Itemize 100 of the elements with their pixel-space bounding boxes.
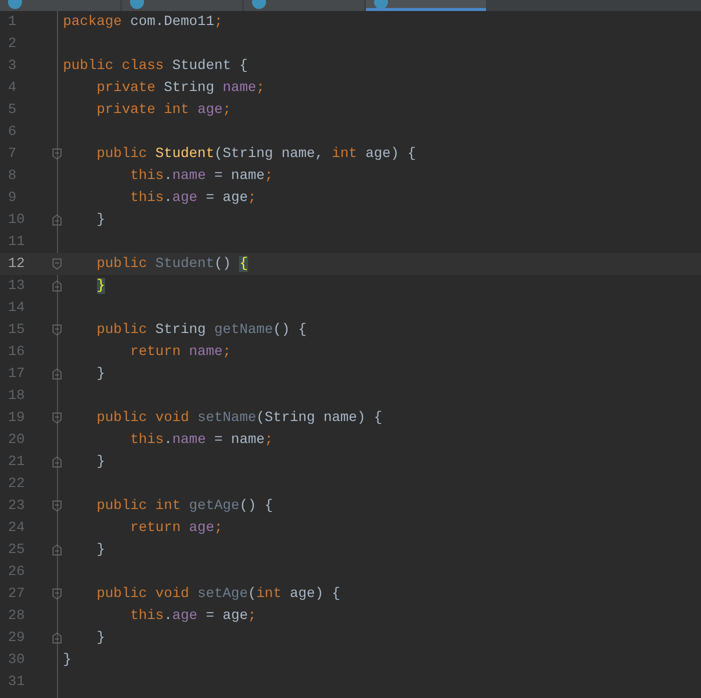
fold-icon[interactable] [52, 544, 62, 556]
code-token: this [130, 432, 164, 448]
code-token: setAge [197, 586, 248, 602]
code-token: Student { [172, 58, 248, 74]
code-token: private [96, 80, 156, 96]
code-token: String [164, 80, 216, 96]
code-token: . [164, 168, 172, 184]
line-number: 4 [7, 78, 18, 98]
code-token: public [96, 256, 148, 272]
code-token: = age [206, 608, 248, 624]
line-number: 22 [7, 474, 26, 494]
code-token: . [164, 190, 172, 206]
code-token: } [96, 542, 106, 558]
line-number: 12 [7, 254, 26, 274]
code-token: } [96, 366, 106, 382]
fold-icon[interactable] [52, 456, 62, 468]
code-token: this [130, 190, 164, 206]
code-token: } [96, 454, 106, 470]
line-number: 17 [7, 364, 26, 384]
code-token: public void [96, 586, 190, 602]
code-token: . [164, 432, 172, 448]
code-token: } [96, 212, 106, 228]
fold-icon[interactable] [52, 632, 62, 644]
code-token: public void [96, 410, 190, 426]
code-token: return [130, 344, 182, 360]
fold-icon[interactable] [52, 258, 62, 270]
editor-tab[interactable] [0, 0, 120, 11]
line-number: 13 [7, 276, 26, 296]
line-number: 15 [7, 320, 26, 340]
code-token: ( [248, 586, 256, 602]
fold-icon[interactable] [52, 368, 62, 380]
line-number: 27 [7, 584, 26, 604]
code-token: name [189, 344, 223, 360]
code-token: ; [264, 168, 274, 184]
code-token: (String name) { [256, 410, 382, 426]
code-token: this [130, 168, 164, 184]
code-token: ; [248, 190, 256, 206]
code-token: ; [248, 608, 256, 624]
code-token: ; [222, 102, 232, 118]
fold-icon[interactable] [52, 148, 62, 160]
code-token: (String name, [214, 146, 324, 162]
code-token: ; [256, 80, 265, 96]
line-number: 21 [7, 452, 26, 472]
code-token: age [197, 102, 223, 118]
code-token: return [130, 520, 182, 536]
editor-tab[interactable] [122, 0, 242, 11]
code-token: ; [214, 14, 223, 30]
line-number: 31 [7, 672, 26, 692]
line-number: 14 [7, 298, 26, 318]
code-token: age [189, 520, 214, 536]
fold-icon[interactable] [52, 412, 62, 424]
code-token: int [256, 586, 282, 602]
code-token: () [214, 256, 232, 272]
code-token: public [96, 322, 148, 338]
fold-icon[interactable] [52, 214, 62, 226]
code-token: private int [96, 102, 190, 118]
line-number: 6 [7, 122, 18, 142]
code-token: Student [155, 256, 214, 272]
line-number: 25 [7, 540, 26, 560]
code-token: age) { [365, 146, 416, 162]
fold-icon[interactable] [52, 324, 62, 336]
line-number: 10 [7, 210, 26, 230]
matched-brace: { [239, 256, 248, 272]
line-number: 7 [7, 144, 18, 164]
code-token: setName [197, 410, 256, 426]
line-number: 30 [7, 650, 26, 670]
code-token: } [96, 630, 106, 646]
code-token: name [172, 168, 206, 184]
line-number: 24 [7, 518, 26, 538]
line-number: 28 [7, 606, 26, 626]
code-token: age [172, 190, 198, 206]
code-token: name [172, 432, 206, 448]
fold-icon[interactable] [52, 588, 62, 600]
line-number: 11 [7, 232, 26, 252]
editor-tab[interactable] [244, 0, 364, 11]
code-token: public [96, 146, 148, 162]
line-number: 19 [7, 408, 26, 428]
code-token: = age [206, 190, 248, 206]
line-number: 9 [7, 188, 18, 208]
editor-tab[interactable] [366, 0, 486, 11]
line-number: 29 [7, 628, 26, 648]
code-token: () { [239, 498, 274, 514]
line-number: 2 [7, 34, 18, 54]
code-token: name [222, 80, 256, 96]
code-token: com.Demo11 [130, 14, 214, 30]
code-token: Student [155, 146, 214, 162]
code-token: int [332, 146, 358, 162]
code-token: = name [214, 432, 265, 448]
code-token: ; [222, 344, 232, 360]
code-token: . [164, 608, 172, 624]
line-number: 20 [7, 430, 26, 450]
fold-icon[interactable] [52, 280, 62, 292]
fold-icon[interactable] [52, 500, 62, 512]
line-number: 23 [7, 496, 26, 516]
line-number: 1 [7, 12, 18, 32]
line-number: 5 [7, 100, 18, 120]
line-number: 16 [7, 342, 26, 362]
code-token: age) { [290, 586, 340, 602]
code-token: = name [214, 168, 265, 184]
code-token: ; [264, 432, 274, 448]
